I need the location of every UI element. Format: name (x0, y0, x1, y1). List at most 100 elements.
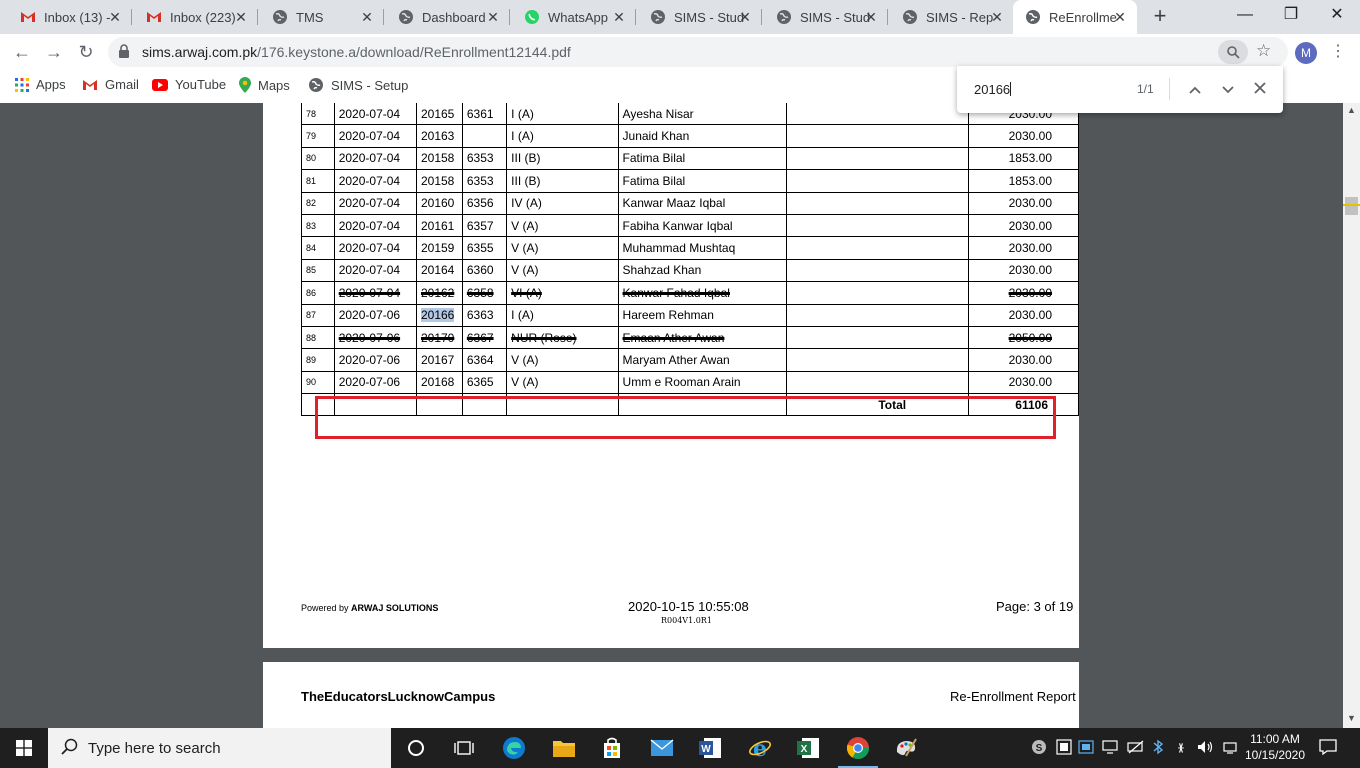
close-icon[interactable]: ✕ (234, 9, 248, 26)
scroll-down-icon[interactable]: ▼ (1347, 713, 1356, 723)
row-reg-no: 20170 (415, 325, 463, 350)
vertical-scrollbar[interactable]: ▲ ▼ (1343, 103, 1360, 728)
row-name-text: Fabiha Kanwar Iqbal (622, 218, 733, 233)
battery-tray-icon[interactable] (1127, 739, 1145, 758)
taskbar-search-box[interactable]: Type here to search (48, 728, 391, 768)
edge-icon[interactable] (500, 734, 528, 762)
ime-tray-icon[interactable]: ᚕ (1172, 739, 1190, 758)
volume-tray-icon[interactable] (1197, 739, 1215, 758)
mail-icon[interactable] (648, 734, 676, 762)
tab-label: SIMS - Rep (926, 9, 994, 25)
network-tray-icon[interactable] (1078, 739, 1094, 758)
internet-explorer-icon[interactable]: e (746, 734, 774, 762)
url-host: sims.arwaj.com.pk (142, 44, 258, 60)
bookmark-label: Maps (258, 77, 290, 93)
tab-dashboard[interactable]: Dashboard ✕ (386, 0, 510, 34)
excel-icon[interactable]: X (794, 734, 822, 762)
table-row: 79 2020-07-04 20163 I (A) Junaid Khan 2030.00 (301, 124, 1079, 148)
star-icon[interactable]: ☆ (1256, 41, 1271, 61)
display-tray-icon[interactable] (1102, 739, 1118, 758)
enrollment-table: 78 2020-07-04 20165 6361 I (A) Ayesha Nisar 20… (301, 103, 1079, 417)
bluetooth-tray-icon[interactable] (1152, 739, 1164, 758)
row-name: Kanwar Fahad Iqbal (617, 281, 787, 305)
close-icon[interactable]: ✕ (738, 9, 752, 26)
tab-sims-rep[interactable]: SIMS - Rep ✕ (890, 0, 1014, 34)
skype-tray-icon[interactable]: S (1031, 739, 1047, 758)
address-bar[interactable]: sims.arwaj.com.pk/176.keystone.a/downloa… (108, 37, 1288, 67)
paint-icon[interactable] (892, 734, 920, 762)
scroll-up-icon[interactable]: ▲ (1347, 105, 1356, 115)
close-icon[interactable]: ✕ (486, 9, 500, 26)
tab-sims-stud-1[interactable]: SIMS - Stud ✕ (638, 0, 762, 34)
close-window-button[interactable]: ✕ (1314, 0, 1360, 30)
browser-toolbar: ← → ↻ sims.arwaj.com.pk/176.keystone.a/d… (0, 34, 1360, 70)
menu-kebab-icon[interactable]: ⋮ (1330, 42, 1346, 62)
back-button[interactable]: ← (10, 40, 34, 64)
globe-icon (1025, 9, 1041, 25)
onedrive-tray-icon[interactable] (1056, 739, 1072, 758)
taskbar-clock[interactable]: 11:00 AM 10/15/2020 (1243, 731, 1307, 763)
tab-reenrollment-active[interactable]: ReEnrollme ✕ (1013, 0, 1137, 34)
tab-inbox-13[interactable]: Inbox (13) - ✕ (8, 0, 132, 34)
row-number: 84 (301, 236, 335, 260)
new-tab-button[interactable]: + (1148, 4, 1172, 28)
row-name-text: Maryam Ather Awan (622, 352, 730, 367)
row-reg-no: 20158 (415, 146, 463, 171)
row-amount: 1853.00 (968, 169, 1079, 193)
reload-button[interactable]: ↻ (74, 40, 98, 64)
zoom-icon[interactable] (1218, 40, 1248, 64)
row-amount: 2030.00 (968, 258, 1079, 283)
pdf-viewport[interactable]: 78 2020-07-04 20165 6361 I (A) Ayesha Nisar 20… (0, 103, 1343, 728)
row-reg-no: 20166 (415, 303, 463, 327)
minimize-button[interactable]: — (1222, 0, 1268, 30)
tab-sims-stud-2[interactable]: SIMS - Stud ✕ (764, 0, 888, 34)
profile-avatar[interactable]: M (1295, 42, 1317, 64)
bookmark-apps[interactable]: Apps (15, 77, 66, 92)
close-icon[interactable] (1250, 79, 1270, 99)
tab-whatsapp[interactable]: WhatsApp ✕ (512, 0, 636, 34)
row-amount-text: 2050.00 (1008, 330, 1052, 345)
row-class: V (A) (506, 236, 619, 260)
close-icon[interactable]: ✕ (612, 9, 626, 26)
tab-tms[interactable]: TMS ✕ (260, 0, 384, 34)
forward-button[interactable]: → (42, 40, 66, 64)
row-number: 88 (301, 325, 335, 350)
task-view-icon[interactable] (450, 734, 478, 762)
word-icon[interactable]: W (696, 734, 724, 762)
tab-label: Inbox (223) (170, 9, 236, 25)
restore-button[interactable]: ❐ (1268, 0, 1314, 30)
store-icon[interactable] (598, 734, 626, 762)
footer-version: R004V1.0R1 (661, 616, 712, 625)
tab-inbox-223[interactable]: Inbox (223) ✕ (134, 0, 258, 34)
close-icon[interactable]: ✕ (1113, 9, 1127, 26)
wifi-tray-icon[interactable] (1222, 739, 1240, 758)
row-class-text: NUR (Rose) (511, 330, 577, 345)
bookmark-maps[interactable]: Maps (239, 77, 290, 93)
row-class-text: III (B) (511, 173, 541, 188)
bookmark-sims-setup[interactable]: SIMS - Setup (308, 77, 408, 93)
windows-start-button[interactable] (0, 728, 48, 768)
row-reg-no-text: 20158 (420, 151, 455, 166)
chrome-icon[interactable] (838, 734, 878, 768)
clock-date: 10/15/2020 (1244, 748, 1306, 762)
bookmark-gmail[interactable]: Gmail (82, 77, 139, 92)
row-reg-no: 20163 (415, 124, 463, 148)
row-id: 6356 (461, 191, 508, 215)
notification-icon[interactable] (1319, 738, 1337, 759)
close-icon[interactable]: ✕ (864, 9, 878, 26)
globe-icon (776, 9, 792, 25)
chevron-up-icon[interactable] (1185, 79, 1205, 99)
scroll-thumb[interactable] (1345, 197, 1358, 215)
file-explorer-icon[interactable] (550, 734, 578, 762)
find-input[interactable]: 20166 (974, 82, 1012, 97)
row-amount-text: 2030.00 (1008, 352, 1052, 367)
cortana-icon[interactable] (402, 734, 430, 762)
close-icon[interactable]: ✕ (990, 9, 1004, 26)
chevron-down-icon[interactable] (1218, 79, 1238, 99)
close-icon[interactable]: ✕ (108, 9, 122, 26)
bookmark-youtube[interactable]: YouTube (152, 77, 226, 92)
row-name-text: Muhammad Mushtaq (622, 241, 736, 256)
row-amount-text: 2030.00 (1008, 241, 1052, 256)
close-icon[interactable]: ✕ (360, 9, 374, 26)
row-amount: 2030.00 (968, 370, 1079, 395)
